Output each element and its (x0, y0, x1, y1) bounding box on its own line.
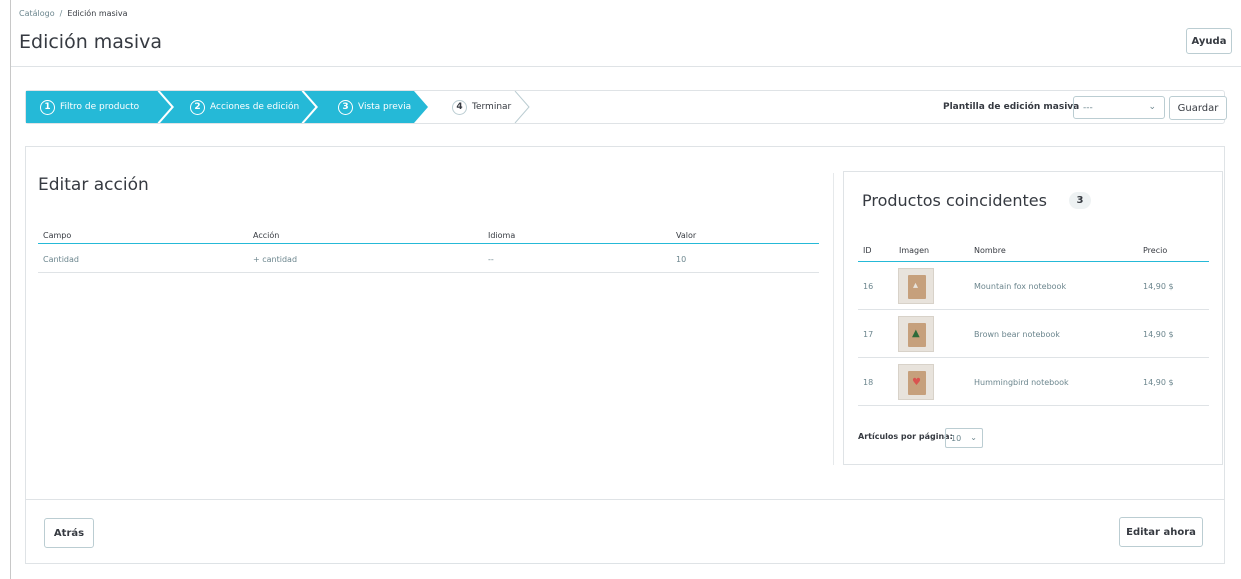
column-header: Campo (43, 231, 72, 240)
cell-name: Brown bear notebook (974, 330, 1060, 339)
wizard-stepbar: 1 Filtro de producto 2 Acciones de edici… (25, 90, 1227, 124)
edit-action-title: Editar acción (38, 175, 149, 195)
chevron-down-icon: ⌄ (970, 433, 977, 442)
notebook-hummingbird-image: ♥ (898, 364, 934, 400)
breadcrumb-current: Edición masiva (67, 9, 128, 18)
step-label: Acciones de edición (210, 102, 300, 112)
cell-id: 16 (863, 282, 874, 291)
table-header: ID Imagen Nombre Precio (858, 239, 1209, 262)
step-label: Vista previa (358, 102, 412, 112)
per-page-select[interactable]: 10 ⌄ (945, 428, 983, 448)
template-select[interactable]: --- ⌄ (1073, 96, 1165, 119)
column-header: Nombre (974, 246, 1006, 255)
cell-price: 14,90 $ (1143, 378, 1174, 387)
column-header: Acción (253, 231, 280, 240)
cell-accion: + cantidad (253, 255, 298, 264)
breadcrumb-separator: / (59, 9, 63, 18)
cell-price: 14,90 $ (1143, 330, 1174, 339)
edit-now-button[interactable]: Editar ahora (1119, 517, 1203, 547)
table-row[interactable]: 16 ▴ Mountain fox notebook 14,90 $ (858, 262, 1209, 310)
page-title: Edición masiva (19, 31, 162, 53)
cell-campo: Cantidad (43, 255, 79, 264)
step-label: Terminar (472, 102, 512, 112)
table-header: Campo Acción Idioma Valor (38, 223, 819, 244)
column-header: Imagen (899, 246, 930, 255)
table-row[interactable]: 17 ▲ Brown bear notebook 14,90 $ (858, 310, 1209, 358)
column-header: Idioma (488, 231, 516, 240)
column-divider (833, 173, 834, 465)
wizard-step-4[interactable]: 4 Terminar (452, 91, 511, 123)
per-page-value: 10 (951, 433, 962, 443)
cell-name: Hummingbird notebook (974, 378, 1069, 387)
column-header: Precio (1143, 246, 1168, 255)
step-number: 1 (40, 99, 55, 115)
step-number: 4 (452, 99, 467, 115)
template-label: Plantilla de edición masiva (943, 102, 1080, 112)
matching-products-card: Productos coincidentes 3 ID Imagen Nombr… (843, 171, 1223, 465)
notebook-fox-image: ▴ (898, 268, 934, 304)
save-button[interactable]: Guardar (1169, 96, 1227, 120)
chevron-down-icon: ⌄ (1148, 102, 1156, 112)
column-header: Valor (676, 231, 697, 240)
page-header: Catálogo / Edición masiva Edición masiva A… (11, 0, 1241, 67)
cell-idioma: -- (488, 255, 494, 264)
matching-products-title: Productos coincidentes (862, 191, 1047, 210)
table-row: Cantidad + cantidad -- 10 (38, 244, 819, 273)
back-button[interactable]: Atrás (44, 518, 94, 548)
main-panel: Editar acción Campo Acción Idioma Valor … (25, 146, 1225, 564)
breadcrumb: Catálogo / Edición masiva (19, 9, 128, 18)
cell-id: 18 (863, 378, 874, 387)
template-select-value: --- (1083, 102, 1093, 113)
notebook-bear-image: ▲ (898, 316, 934, 352)
wizard-step-3[interactable]: 3 Vista previa (338, 91, 411, 123)
edit-action-table: Campo Acción Idioma Valor Cantidad + can… (38, 223, 819, 273)
wizard-step-2[interactable]: 2 Acciones de edición (190, 91, 299, 123)
cell-id: 17 (863, 330, 874, 339)
step-number: 3 (338, 99, 353, 115)
cell-price: 14,90 $ (1143, 282, 1174, 291)
page-frame: Catálogo / Edición masiva Edición masiva A… (10, 0, 1241, 579)
matching-products-table: ID Imagen Nombre Precio 16 ▴ Mountain fo… (858, 239, 1209, 406)
column-header: ID (863, 246, 872, 255)
footer-divider (26, 499, 1224, 500)
step-label: Filtro de producto (60, 102, 140, 112)
help-button[interactable]: Ayuda (1186, 28, 1232, 54)
cell-valor: 10 (676, 255, 687, 264)
per-page-label: Artículos por página: (858, 432, 953, 441)
wizard-step-1[interactable]: 1 Filtro de producto (40, 91, 139, 123)
breadcrumb-parent[interactable]: Catálogo (19, 9, 55, 18)
step-number: 2 (190, 99, 205, 115)
table-row[interactable]: 18 ♥ Hummingbird notebook 14,90 $ (858, 358, 1209, 406)
matching-count-badge: 3 (1069, 192, 1091, 209)
cell-name: Mountain fox notebook (974, 282, 1067, 291)
